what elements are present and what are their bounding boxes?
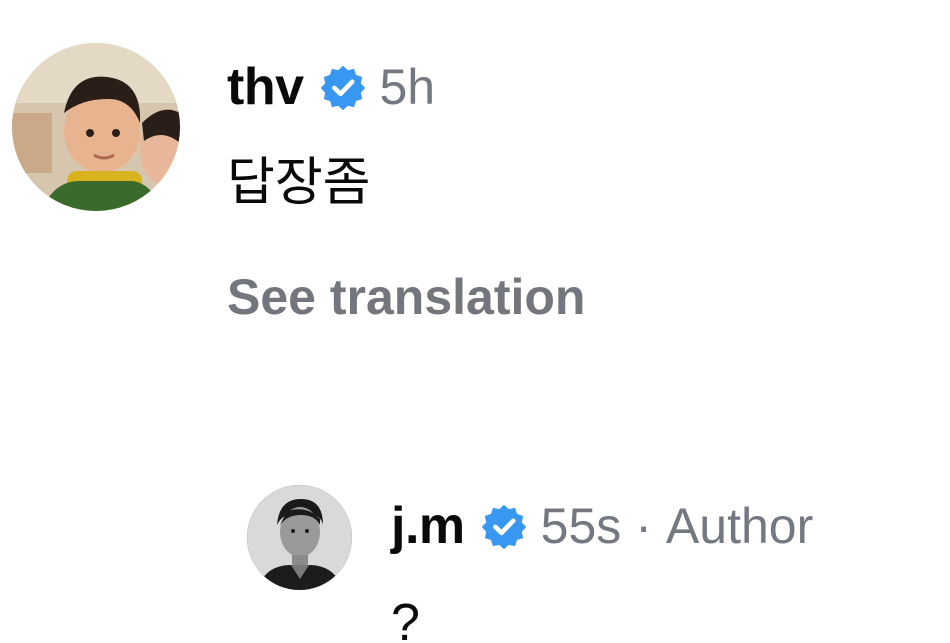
comments-screen: thv 5h 답장좀 See translation j.m 55s · Aut… — [0, 0, 950, 643]
timestamp: 55s — [540, 498, 622, 554]
avatar[interactable] — [12, 43, 180, 211]
comment-text: 답장좀 — [227, 153, 371, 213]
username[interactable]: thv — [227, 57, 304, 117]
avatar-photo — [247, 485, 352, 590]
verified-badge-icon — [320, 64, 366, 111]
comment-text: ? — [391, 594, 420, 643]
author-label: Author — [665, 498, 814, 554]
comment-header: thv 5h — [227, 54, 435, 120]
comment-header: j.m 55s · Author — [391, 494, 813, 558]
timestamp: 5h — [379, 59, 436, 115]
verified-badge-icon — [481, 503, 527, 550]
see-translation-link[interactable]: See translation — [227, 266, 585, 328]
avatar[interactable] — [247, 485, 352, 590]
separator-dot: · — [635, 498, 652, 554]
username[interactable]: j.m — [391, 496, 465, 556]
avatar-photo — [12, 43, 180, 211]
